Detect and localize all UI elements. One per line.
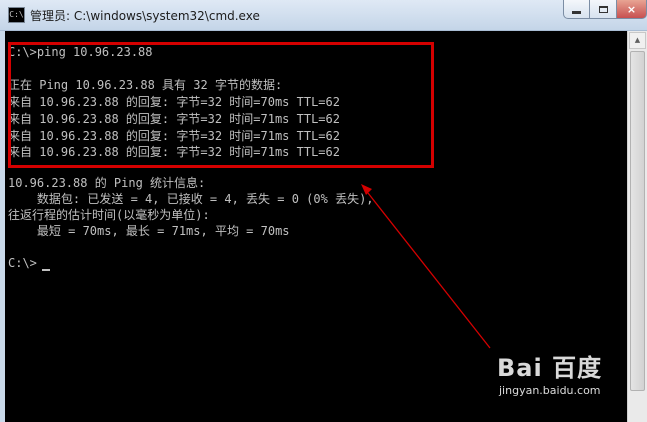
baidu-watermark: Bai 百度 jingyan.baidu.com — [497, 348, 637, 408]
watermark-site: jingyan.baidu.com — [499, 384, 601, 397]
watermark-logo: Bai 百度 — [497, 354, 603, 382]
cmd-window: C:\ 管理员: C:\windows\system32\cmd.exe × C… — [0, 0, 647, 422]
